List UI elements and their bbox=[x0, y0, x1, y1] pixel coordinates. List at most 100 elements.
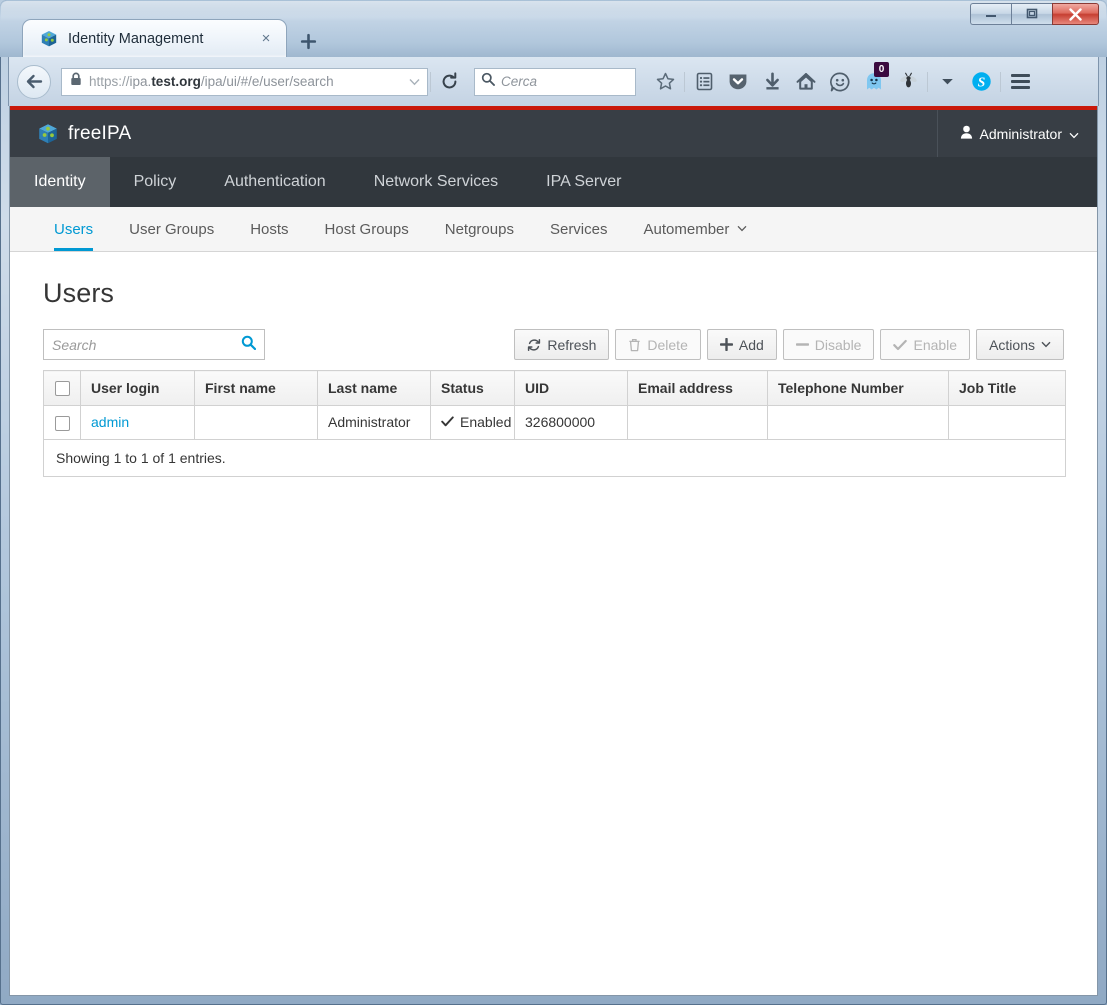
skype-icon[interactable]: S bbox=[964, 66, 998, 98]
column-header-user-login[interactable]: User login bbox=[80, 370, 195, 406]
reading-list-icon[interactable] bbox=[687, 66, 721, 98]
brand-name-prefix: free bbox=[68, 122, 102, 144]
ghostery-ghost-icon[interactable]: 0 bbox=[857, 61, 891, 98]
subnav-label: Netgroups bbox=[444, 220, 514, 238]
reload-button[interactable] bbox=[435, 69, 463, 95]
search-input[interactable]: Search bbox=[43, 329, 265, 360]
address-bar[interactable]: https://ipa.test.org/ipa/ui/#/e/user/sea… bbox=[61, 67, 428, 96]
select-all-checkbox[interactable] bbox=[54, 381, 70, 397]
column-header-telephone[interactable]: Telephone Number bbox=[767, 370, 949, 406]
add-button-label: Add bbox=[738, 336, 764, 353]
back-button[interactable] bbox=[17, 64, 51, 99]
action-toolbar: Refresh Delete Add Disable Enable Action… bbox=[514, 329, 1064, 360]
downloads-arrow-icon[interactable] bbox=[755, 66, 789, 98]
cell-last-name: Administrator bbox=[317, 405, 431, 440]
nav-item-policy[interactable]: Policy bbox=[110, 157, 201, 207]
column-header-job-title[interactable]: Job Title bbox=[948, 370, 1066, 406]
tab-close-icon[interactable]: × bbox=[256, 29, 276, 49]
brand[interactable]: freeIPA bbox=[10, 123, 131, 145]
refresh-icon bbox=[527, 338, 541, 352]
subnav-item-hosts[interactable]: Hosts bbox=[232, 207, 306, 251]
browser-search-placeholder: Cerca bbox=[501, 74, 538, 89]
user-login-link[interactable]: admin bbox=[91, 414, 129, 430]
status-label: Enabled bbox=[460, 414, 512, 431]
subnav-label: Hosts bbox=[250, 220, 289, 238]
browser-window: Identity Management × https://ipa.test.o… bbox=[0, 0, 1107, 1005]
bookmark-star-icon[interactable] bbox=[648, 66, 682, 98]
close-button[interactable] bbox=[1052, 3, 1099, 25]
delete-button[interactable]: Delete bbox=[615, 329, 701, 360]
address-bar-url: https://ipa.test.org/ipa/ui/#/e/user/sea… bbox=[89, 74, 403, 89]
flash-block-fly-icon[interactable] bbox=[891, 66, 925, 98]
nav-label: Identity bbox=[34, 173, 86, 190]
table-row[interactable]: admin Administrator Enabled 326800000 bbox=[43, 405, 1066, 440]
actions-menu-button[interactable]: Actions bbox=[976, 329, 1064, 360]
hamburger-menu-icon[interactable] bbox=[1003, 66, 1037, 98]
overflow-chevron-down-icon[interactable] bbox=[930, 66, 964, 98]
nav-label: Network Services bbox=[373, 173, 499, 190]
chevron-down-icon bbox=[737, 223, 747, 235]
refresh-button[interactable]: Refresh bbox=[514, 329, 610, 360]
nav-label: Policy bbox=[133, 173, 177, 190]
subnav-label: User Groups bbox=[129, 220, 215, 238]
app-masthead: freeIPA Administrator bbox=[10, 110, 1097, 157]
minus-icon bbox=[795, 338, 809, 351]
nav-item-network-services[interactable]: Network Services bbox=[350, 157, 522, 207]
add-button[interactable]: Add bbox=[706, 329, 777, 360]
subnav-item-user-groups[interactable]: User Groups bbox=[111, 207, 232, 251]
check-icon bbox=[893, 339, 908, 351]
chevron-down-icon[interactable] bbox=[403, 78, 425, 86]
subnav-item-automember[interactable]: Automember bbox=[626, 207, 766, 251]
cell-job-title bbox=[948, 405, 1066, 440]
users-table-head: User login First name Last name Status U… bbox=[43, 370, 1066, 406]
column-header-first-name[interactable]: First name bbox=[194, 370, 318, 406]
delete-button-label: Delete bbox=[647, 336, 688, 353]
nav-item-authentication[interactable]: Authentication bbox=[200, 157, 349, 207]
row-checkbox[interactable] bbox=[54, 415, 70, 431]
url-scheme: https:// bbox=[89, 74, 130, 89]
subnav-item-netgroups[interactable]: Netgroups bbox=[427, 207, 532, 251]
browser-toolbar-icons: 0 S bbox=[648, 61, 1037, 98]
new-tab-button[interactable] bbox=[289, 25, 327, 57]
subnav-item-services[interactable]: Services bbox=[532, 207, 626, 251]
subnav-item-users[interactable]: Users bbox=[36, 207, 111, 251]
actions-button-label: Actions bbox=[989, 336, 1035, 353]
primary-nav: Identity Policy Authentication Network S… bbox=[10, 157, 1097, 207]
column-header-uid[interactable]: UID bbox=[514, 370, 628, 406]
browser-tab[interactable]: Identity Management × bbox=[22, 19, 287, 57]
chevron-down-icon bbox=[1069, 126, 1079, 142]
nav-item-identity[interactable]: Identity bbox=[10, 157, 110, 207]
enable-button[interactable]: Enable bbox=[880, 329, 971, 360]
user-menu-label: Administrator bbox=[979, 125, 1062, 142]
column-header-last-name[interactable]: Last name bbox=[317, 370, 431, 406]
nav-item-ipa-server[interactable]: IPA Server bbox=[522, 157, 645, 207]
user-icon bbox=[960, 125, 973, 142]
browser-search-box[interactable]: Cerca bbox=[474, 67, 636, 96]
users-table-body: admin Administrator Enabled 326800000 bbox=[43, 405, 1066, 440]
plus-icon bbox=[719, 338, 733, 351]
status-badge: Enabled bbox=[441, 414, 511, 430]
cell-first-name bbox=[194, 405, 318, 440]
maximize-button[interactable] bbox=[1011, 3, 1052, 25]
home-icon[interactable] bbox=[789, 66, 823, 98]
refresh-button-label: Refresh bbox=[547, 336, 597, 353]
toolbar-divider bbox=[430, 71, 431, 92]
page-viewport: freeIPA Administrator Identity Policy Au… bbox=[9, 106, 1098, 996]
nav-label: Authentication bbox=[224, 173, 326, 190]
subnav-label: Services bbox=[549, 220, 608, 238]
user-menu[interactable]: Administrator bbox=[936, 110, 1097, 157]
disable-button-label: Disable bbox=[814, 336, 862, 353]
freeipa-cube-icon bbox=[40, 30, 58, 48]
cell-uid: 326800000 bbox=[514, 405, 628, 440]
chevron-down-icon bbox=[1041, 341, 1051, 348]
column-header-status[interactable]: Status bbox=[430, 370, 515, 406]
pocket-shield-icon[interactable] bbox=[721, 66, 755, 98]
search-icon[interactable] bbox=[241, 335, 257, 355]
subnav-item-host-groups[interactable]: Host Groups bbox=[307, 207, 427, 251]
smiley-face-icon[interactable] bbox=[823, 66, 857, 98]
column-header-email[interactable]: Email address bbox=[627, 370, 768, 406]
disable-button[interactable]: Disable bbox=[782, 329, 875, 360]
tab-strip: Identity Management × bbox=[22, 17, 327, 57]
cell-telephone bbox=[767, 405, 949, 440]
minimize-button[interactable] bbox=[970, 3, 1011, 25]
